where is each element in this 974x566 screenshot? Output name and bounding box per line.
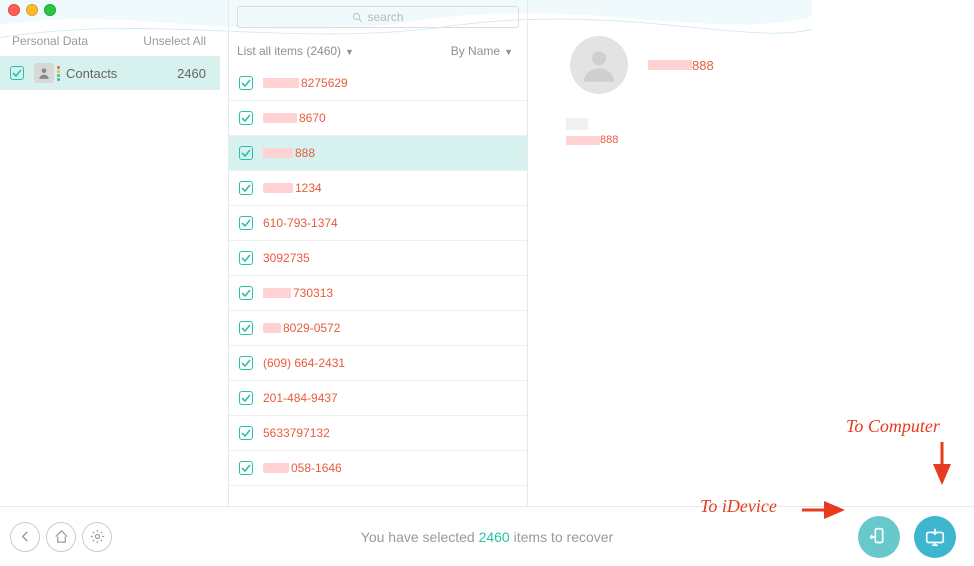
recover-to-device-button[interactable] <box>858 516 900 558</box>
checkbox-icon[interactable] <box>239 356 253 370</box>
contact-row[interactable]: 888 <box>229 136 527 171</box>
checkbox-icon[interactable] <box>239 251 253 265</box>
redacted-text <box>263 463 289 473</box>
home-button[interactable] <box>46 522 76 552</box>
contact-label: 888 <box>295 146 315 160</box>
checkbox-icon[interactable] <box>239 216 253 230</box>
contact-row[interactable]: 610-793-1374 <box>229 206 527 241</box>
contact-row[interactable]: 8029-0572 <box>229 311 527 346</box>
search-icon <box>352 12 363 23</box>
chevron-down-icon: ▼ <box>345 47 354 57</box>
checkbox-icon[interactable] <box>239 76 253 90</box>
contact-row[interactable]: (609) 664-2431 <box>229 346 527 381</box>
status-text: You have selected 2460 items to recover <box>361 529 613 545</box>
contact-label: 5633797132 <box>263 426 330 440</box>
redacted-text <box>566 136 600 145</box>
contact-label: 058-1646 <box>291 461 342 475</box>
arrow-icon <box>930 440 954 490</box>
sort-dropdown[interactable]: By Name▼ <box>451 44 513 58</box>
minimize-window-button[interactable] <box>26 4 38 16</box>
chevron-down-icon: ▼ <box>504 47 513 57</box>
checkbox-icon[interactable] <box>239 391 253 405</box>
redacted-text <box>263 78 299 88</box>
annotation-to-computer: To Computer <box>846 416 940 437</box>
contact-row[interactable]: 5633797132 <box>229 416 527 451</box>
contact-row[interactable]: 3092735 <box>229 241 527 276</box>
contact-label: (609) 664-2431 <box>263 356 345 370</box>
back-button[interactable] <box>10 522 40 552</box>
redacted-text <box>263 288 291 298</box>
contact-name: 888 <box>648 58 714 73</box>
redacted-text <box>263 323 281 333</box>
list-filter-dropdown[interactable]: List all items (2460)▼ <box>237 44 354 58</box>
search-input[interactable]: search <box>237 6 519 28</box>
settings-button[interactable] <box>82 522 112 552</box>
contact-row[interactable]: 1234 <box>229 171 527 206</box>
checkbox-icon[interactable] <box>239 181 253 195</box>
sidebar-item-label: Contacts <box>66 66 117 81</box>
unselect-all-link[interactable]: Unselect All <box>143 34 206 48</box>
contact-label: 8670 <box>299 111 326 125</box>
contact-detail-panel: 888 888 <box>560 36 840 146</box>
redacted-text <box>648 60 692 70</box>
checkbox-icon[interactable] <box>239 146 253 160</box>
window-controls <box>8 4 56 16</box>
zoom-window-button[interactable] <box>44 4 56 16</box>
contact-label: 8275629 <box>301 76 348 90</box>
color-bars-icon <box>57 66 60 81</box>
checkbox-icon[interactable] <box>239 426 253 440</box>
contact-row[interactable]: 8275629 <box>229 66 527 101</box>
contact-row[interactable]: 058-1646 <box>229 451 527 486</box>
contact-avatar <box>570 36 628 94</box>
sidebar-title: Personal Data <box>12 34 88 48</box>
redacted-text <box>263 113 297 123</box>
contact-label: 201-484-9437 <box>263 391 338 405</box>
field-label <box>566 118 588 130</box>
checkbox-icon[interactable] <box>239 286 253 300</box>
recover-to-computer-button[interactable] <box>914 516 956 558</box>
sidebar: Personal Data Unselect All Contacts 2460 <box>0 22 220 90</box>
sidebar-item-count: 2460 <box>177 66 206 81</box>
contact-list-panel: search List all items (2460)▼ By Name▼ 8… <box>228 0 528 566</box>
contact-row[interactable]: 8670 <box>229 101 527 136</box>
contact-label: 8029-0572 <box>283 321 340 335</box>
contacts-icon <box>34 63 54 83</box>
contact-row[interactable]: 730313 <box>229 276 527 311</box>
checkbox-icon[interactable] <box>239 461 253 475</box>
redacted-text <box>263 148 293 158</box>
close-window-button[interactable] <box>8 4 20 16</box>
bottom-toolbar: You have selected 2460 items to recover <box>0 506 974 566</box>
sidebar-item-contacts[interactable]: Contacts 2460 <box>0 56 220 90</box>
contact-list: 8275629 8670 888 1234 610-793-1374 3092735 730… <box>229 66 527 486</box>
contact-label: 1234 <box>295 181 322 195</box>
checkbox-icon[interactable] <box>10 66 24 80</box>
contact-label: 730313 <box>293 286 333 300</box>
checkbox-icon[interactable] <box>239 111 253 125</box>
checkbox-icon[interactable] <box>239 321 253 335</box>
search-placeholder: search <box>367 10 403 24</box>
contact-row[interactable]: 201-484-9437 <box>229 381 527 416</box>
contact-label: 3092735 <box>263 251 310 265</box>
contact-phone: 888 <box>566 134 840 146</box>
redacted-text <box>263 183 293 193</box>
contact-label: 610-793-1374 <box>263 216 338 230</box>
